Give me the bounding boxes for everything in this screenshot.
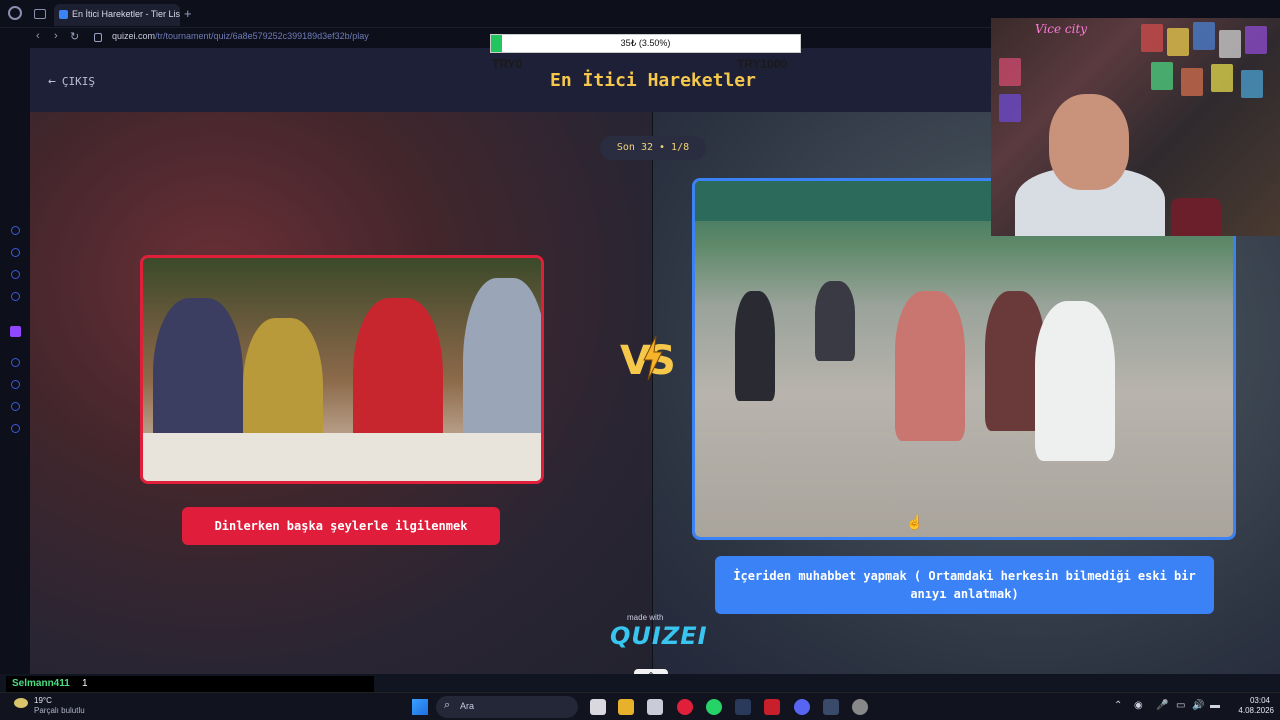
made-with-label: made with [627,613,664,622]
whatsapp-icon[interactable] [706,699,722,715]
twitch-icon[interactable] [10,326,21,337]
taskbar-search[interactable]: ⌕ Ara [436,696,578,718]
chat-overlay: Selmann411 1 [6,676,374,692]
volume-icon[interactable]: 🔊 [1192,700,1204,711]
back-nav-icon[interactable]: ‹ [36,30,40,42]
exit-label: ÇIKIŞ [61,75,95,88]
url-path: /tr/tournament/quiz/6a8e579252c399189d3e… [155,31,369,41]
chat-username: Selmann411 [12,678,70,689]
sidebar-app-icon[interactable] [11,248,20,257]
new-tab-button[interactable]: + [184,6,192,21]
lock-icon [94,33,102,42]
windows-start-icon[interactable] [412,699,428,715]
url-host: quizei.com [112,31,156,41]
discord-icon[interactable] [794,699,810,715]
lightning-bolt-icon [643,336,663,380]
choice-left-image [143,258,541,481]
steam-alt-icon[interactable] [823,699,839,715]
weather-icon[interactable] [14,698,28,708]
task-view-icon[interactable] [590,699,606,715]
sidebar-app-icon[interactable] [11,270,20,279]
workspace-icon[interactable] [34,9,46,19]
tab-title: En İtici Hareketler - Tier List [72,9,180,19]
url-field[interactable]: quizei.com/tr/tournament/quiz/6a8e579252… [112,31,369,41]
choice-left-label[interactable]: Dinlerken başka şeylerle ilgilenmek [182,507,500,545]
tray-expand-icon[interactable]: ⌃ [1114,700,1122,711]
network-icon[interactable]: ◉ [1134,700,1143,711]
history-icon[interactable] [11,380,20,389]
microphone-icon[interactable]: 🎤 [1156,700,1168,711]
opera-gx-icon[interactable] [677,699,693,715]
battery-icon[interactable]: ▬ [1210,700,1220,711]
monitor-icon[interactable]: ▭ [1176,700,1185,711]
sidebar-app-icon[interactable] [11,226,20,235]
streamer-head [1049,94,1129,190]
weather-temp: 19°C [34,696,52,705]
clock-time[interactable]: 03:04 [1240,696,1270,705]
center-divider [652,112,653,674]
tab-favicon-icon [59,10,68,19]
weather-desc: Parçalı bulutlu [34,706,85,715]
scroll-up-button[interactable]: ⌃ [634,669,668,674]
donation-min-label: TRY0 [492,57,523,71]
webcam-neon-sign: Vice city [1035,22,1088,36]
clock-date[interactable]: 4.08.2026 [1230,706,1274,715]
red-app-icon[interactable] [764,699,780,715]
reload-icon[interactable]: ↻ [70,30,79,43]
browser-tab[interactable]: En İtici Hareketler - Tier List [54,4,180,26]
sidebar-app-icon[interactable] [11,358,20,367]
round-badge: Son 32 • 1/8 [600,136,706,160]
hand-cursor-icon: ☝ [906,514,924,530]
arrow-left-icon: ← [48,74,56,89]
search-placeholder: Ara [460,701,475,711]
sidebar-app-icon[interactable] [11,292,20,301]
donation-progress-text: 35₺ (3.50%) [620,38,671,48]
quizei-logo: QUIZEI [610,622,708,650]
obs-icon[interactable] [852,699,868,715]
page-title: En İtici Hareketler [550,70,756,91]
steam-icon[interactable] [735,699,751,715]
donation-max-label: TRY1000 [737,57,788,71]
webcam-overlay: Vice city [991,18,1280,236]
choice-left-card[interactable] [140,255,544,484]
taskbar: 19°C Parçalı bulutlu ⌕ Ara ⌃ ◉ 🎤 ▭ 🔊 ▬ 0… [0,692,1280,720]
donation-progress-bar: 35₺ (3.50%) [490,34,801,53]
forward-nav-icon[interactable]: › [54,30,58,42]
browser-sidebar [0,48,30,674]
exit-button[interactable]: ← ÇIKIŞ [48,74,95,89]
search-icon: ⌕ [444,699,451,711]
gaming-chair [1171,198,1221,236]
browser-logo-icon[interactable] [8,6,22,20]
choice-right-label[interactable]: İçeriden muhabbet yapmak ( Ortamdaki her… [715,556,1214,614]
settings-icon[interactable] [11,424,20,433]
file-explorer-icon[interactable] [618,699,634,715]
chat-message: 1 [82,678,88,689]
store-icon[interactable] [647,699,663,715]
sidebar-app-icon[interactable] [11,402,20,411]
